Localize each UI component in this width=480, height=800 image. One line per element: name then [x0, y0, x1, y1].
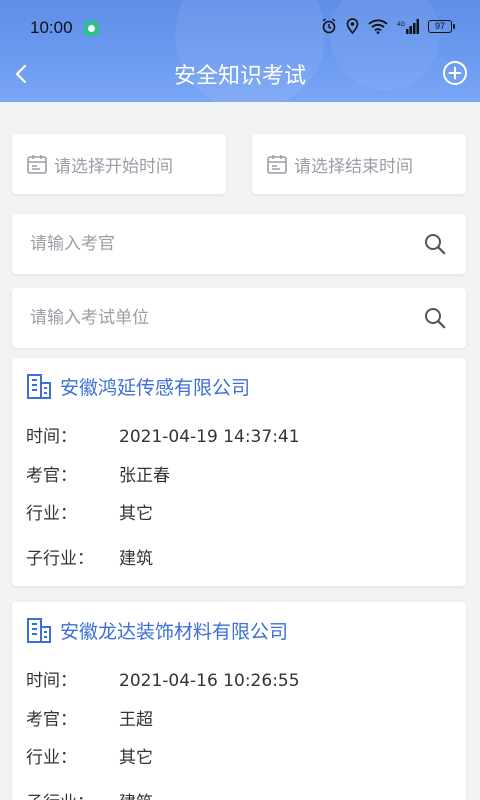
industry-value: 其它	[119, 504, 153, 524]
svg-text:4G: 4G	[397, 22, 405, 28]
examiner-value: 王超	[119, 710, 153, 730]
examiner-row: 考官： 张正春	[26, 461, 170, 486]
signal-icon: 4G	[397, 18, 419, 34]
examiner-label: 考官：	[26, 466, 77, 486]
location-icon	[346, 18, 359, 34]
industry-row: 行业： 其它	[26, 499, 153, 524]
sub-industry-label: 子行业：	[26, 788, 119, 800]
examiner-search-box	[12, 214, 466, 274]
status-time: 10:00	[30, 18, 73, 37]
notification-app-icon	[84, 21, 99, 36]
calendar-icon	[267, 155, 287, 174]
sub-industry-value: 建筑	[119, 549, 153, 569]
wifi-icon	[368, 19, 388, 34]
company-name: 安徽鸿延传感有限公司	[60, 376, 251, 399]
examiner-row: 考官： 王超	[26, 705, 153, 730]
sub-industry-value: 建筑	[119, 788, 153, 800]
add-circle-icon[interactable]	[442, 60, 468, 86]
calendar-icon	[27, 155, 47, 174]
examiner-search-input[interactable]	[12, 214, 412, 274]
end-date-picker[interactable]: 请选择结束时间	[252, 134, 466, 194]
time-label: 时间：	[26, 671, 77, 691]
examiner-label: 考官：	[26, 710, 77, 730]
status-bar: 10:00 4G 97	[0, 0, 480, 56]
sub-industry-label: 子行业：	[26, 549, 94, 569]
industry-row: 行业： 其它	[26, 743, 153, 768]
search-icon[interactable]	[424, 233, 446, 255]
industry-label: 行业：	[26, 748, 77, 768]
search-icon[interactable]	[424, 307, 446, 329]
battery-indicator: 97	[428, 19, 455, 33]
time-row: 时间： 2021-04-16 10:26:55	[26, 666, 300, 691]
time-value: 2021-04-16 10:26:55	[119, 671, 300, 691]
industry-value: 其它	[119, 748, 153, 768]
time-value: 2021-04-19 14:37:41	[119, 427, 300, 447]
unit-search-box	[12, 288, 466, 348]
building-icon	[27, 618, 51, 643]
exam-record-card[interactable]: 安徽龙达装饰材料有限公司 时间： 2021-04-16 10:26:55 考官： 王…	[12, 602, 466, 800]
start-date-placeholder: 请选择开始时间	[54, 156, 173, 177]
examiner-value: 张正春	[119, 466, 170, 486]
page-title: 安全知识考试	[173, 64, 306, 89]
alarm-icon	[322, 18, 336, 34]
exam-record-card[interactable]: 安徽鸿延传感有限公司 时间： 2021-04-19 14:37:41 考官： 张正春…	[12, 358, 466, 586]
sub-industry-row: 子行业： 建筑	[26, 544, 153, 569]
end-date-placeholder: 请选择结束时间	[294, 156, 413, 177]
nav-bar: 安全知识考试	[0, 50, 480, 98]
start-date-picker[interactable]: 请选择开始时间	[12, 134, 226, 194]
time-row: 时间： 2021-04-19 14:37:41	[26, 422, 300, 447]
time-label: 时间：	[26, 427, 77, 447]
unit-search-input[interactable]	[12, 288, 412, 348]
building-icon	[27, 374, 51, 399]
sub-industry-row: 子行业：建筑	[26, 788, 153, 800]
header: 10:00 4G 97 安全知识考试	[0, 0, 480, 102]
industry-label: 行业：	[26, 504, 77, 524]
company-name: 安徽龙达装饰材料有限公司	[60, 620, 289, 643]
